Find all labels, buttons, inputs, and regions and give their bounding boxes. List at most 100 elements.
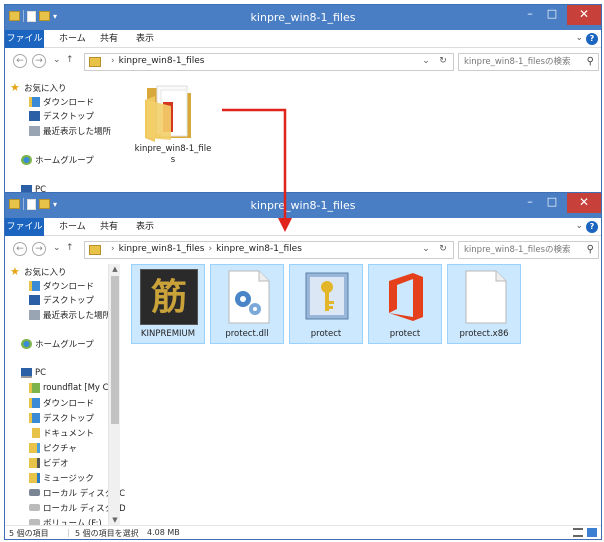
dll-gear-icon: [228, 270, 270, 324]
nav-pc-downloads[interactable]: ダウンロード: [29, 396, 94, 409]
refresh-icon[interactable]: ↻: [436, 56, 450, 66]
search-box[interactable]: ⚲: [458, 241, 599, 259]
tab-view[interactable]: 表示: [136, 218, 154, 236]
nav-desktop[interactable]: デスクトップ: [29, 293, 94, 306]
search-input[interactable]: [459, 242, 579, 257]
file-item[interactable]: protect: [368, 264, 442, 344]
nav-scrollbar[interactable]: ▲ ▼: [108, 264, 120, 525]
address-dropdown-icon[interactable]: ⌄: [419, 244, 433, 254]
help-icon[interactable]: ?: [586, 221, 598, 233]
nav-label: ホームグループ: [35, 155, 94, 166]
breadcrumb: › kinpre_win8-1_files › kinpre_win8-1_files: [107, 244, 302, 254]
large-icons-view-icon[interactable]: [587, 528, 597, 537]
nav-pictures[interactable]: ピクチャ: [29, 441, 77, 454]
breadcrumb-item[interactable]: kinpre_win8-1_files: [119, 244, 205, 254]
file-item[interactable]: 筋 KINPREMIUM: [131, 264, 205, 344]
tab-view[interactable]: 表示: [136, 30, 154, 48]
file-name: protect.dll: [225, 329, 269, 339]
tab-file[interactable]: ファイル: [5, 30, 44, 48]
breadcrumb-item[interactable]: kinpre_win8-1_files: [216, 244, 302, 254]
tab-home[interactable]: ホーム: [59, 30, 86, 48]
status-divider: |: [67, 528, 70, 537]
back-button[interactable]: ←: [13, 54, 27, 68]
folder-label: kinpre_win8-1_files: [134, 144, 212, 165]
help-icon[interactable]: ?: [586, 33, 598, 45]
search-icon[interactable]: ⚲: [587, 244, 594, 255]
expand-ribbon-icon[interactable]: ⌄: [575, 221, 583, 231]
refresh-icon[interactable]: ↻: [436, 244, 450, 254]
chevron-right-icon[interactable]: ›: [111, 56, 115, 66]
address-bar[interactable]: › kinpre_win8-1_files ⌄ ↻: [84, 53, 454, 71]
scroll-up-icon[interactable]: ▲: [109, 264, 121, 274]
kanji-glyph: 筋: [150, 276, 187, 318]
search-icon[interactable]: ⚲: [587, 56, 594, 67]
nav-desktop[interactable]: デスクトップ: [29, 109, 94, 122]
maximize-button[interactable]: □: [539, 193, 565, 213]
desktop-folder-icon: [29, 412, 40, 423]
desktop-icon: [29, 110, 40, 121]
nav-homegroup[interactable]: ホームグループ: [21, 337, 94, 350]
tab-home[interactable]: ホーム: [59, 218, 86, 236]
forward-button[interactable]: →: [32, 242, 46, 256]
scroll-thumb[interactable]: [111, 276, 119, 424]
close-button[interactable]: ✕: [567, 5, 601, 25]
folder-icon: [145, 85, 191, 142]
tab-file[interactable]: ファイル: [5, 218, 44, 236]
nav-label: お気に入り: [24, 267, 67, 278]
recent-places-icon: [29, 309, 40, 320]
nav-label: ダウンロード: [43, 398, 95, 409]
breadcrumb-item[interactable]: kinpre_win8-1_files: [119, 56, 205, 66]
file-item[interactable]: protect.dll: [210, 264, 284, 344]
search-input[interactable]: [459, 54, 579, 69]
recent-locations-icon[interactable]: ⌄: [53, 243, 61, 253]
close-button[interactable]: ✕: [567, 193, 601, 213]
title-bar[interactable]: ▾ kinpre_win8-1_files – □ ✕: [5, 5, 601, 30]
tab-share[interactable]: 共有: [100, 218, 118, 236]
details-view-icon[interactable]: [573, 528, 583, 537]
file-view: 筋 KINPREMIUM protect.dll protect protect…: [125, 264, 601, 525]
up-button[interactable]: ↑: [66, 55, 74, 65]
nav-recent[interactable]: 最近表示した場所: [29, 124, 111, 137]
nav-roundflat[interactable]: roundflat [My C: [29, 381, 109, 394]
nav-documents[interactable]: ドキュメント: [29, 426, 94, 439]
nav-favorites[interactable]: ★ お気に入り: [10, 81, 67, 94]
nav-downloads[interactable]: ダウンロード: [29, 279, 94, 292]
address-bar[interactable]: › kinpre_win8-1_files › kinpre_win8-1_files…: [84, 241, 454, 259]
nav-label: 最近表示した場所: [43, 126, 112, 137]
address-dropdown-icon[interactable]: ⌄: [419, 56, 433, 66]
nav-downloads[interactable]: ダウンロード: [29, 95, 94, 108]
network-drive-icon: [29, 382, 40, 393]
back-button[interactable]: ←: [13, 242, 27, 256]
nav-homegroup[interactable]: ホームグループ: [21, 153, 94, 166]
nav-videos[interactable]: ビデオ: [29, 456, 69, 469]
maximize-button[interactable]: □: [539, 5, 565, 25]
up-button[interactable]: ↑: [66, 243, 74, 253]
computer-icon: [21, 367, 32, 378]
folder-item[interactable]: kinpre_win8-1_files: [133, 80, 213, 180]
status-bar: 5 個の項目 | 5 個の項目を選択 4.08 MB: [5, 525, 601, 539]
homegroup-icon: [21, 154, 32, 165]
downloads-icon: [29, 397, 40, 408]
explorer-window-child: ▾ kinpre_win8-1_files – □ ✕ ファイル ホーム 共有 …: [4, 192, 602, 540]
file-item[interactable]: protect: [289, 264, 363, 344]
address-row: ← → ⌄ ↑ › kinpre_win8-1_files › kinpre_win8…: [5, 237, 601, 263]
recent-locations-icon[interactable]: ⌄: [53, 55, 61, 65]
nav-pc[interactable]: PC: [21, 366, 46, 379]
file-view: kinpre_win8-1_files: [125, 76, 601, 179]
nav-favorites[interactable]: ★ お気に入り: [10, 265, 67, 278]
selected-size: 4.08 MB: [147, 528, 180, 537]
nav-label: ピクチャ: [43, 443, 77, 454]
nav-pc-desktop[interactable]: デスクトップ: [29, 411, 94, 424]
search-box[interactable]: ⚲: [458, 53, 599, 71]
scroll-down-icon[interactable]: ▼: [109, 515, 121, 525]
file-item[interactable]: protect.x86: [447, 264, 521, 344]
expand-ribbon-icon[interactable]: ⌄: [575, 33, 583, 43]
tab-share[interactable]: 共有: [100, 30, 118, 48]
title-bar[interactable]: ▾ kinpre_win8-1_files – □ ✕: [5, 193, 601, 218]
chevron-right-icon[interactable]: ›: [111, 244, 115, 254]
nav-music[interactable]: ミュージック: [29, 471, 94, 484]
nav-recent[interactable]: 最近表示した場所: [29, 308, 111, 321]
chevron-right-icon[interactable]: ›: [208, 244, 212, 254]
forward-button[interactable]: →: [32, 54, 46, 68]
hard-drive-icon: [29, 504, 40, 511]
